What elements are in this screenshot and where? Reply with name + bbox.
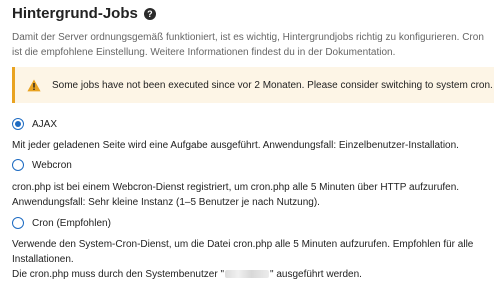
webcron-description: cron.php ist bei einem Webcron-Dienst re…	[12, 182, 460, 208]
warning-banner: Some jobs have not been executed since v…	[12, 67, 494, 103]
cron-radio[interactable]	[12, 217, 24, 229]
cron-description-line2-start: Die cron.php muss durch den Systembenutz…	[12, 269, 224, 280]
webcron-label[interactable]: Webcron	[32, 160, 72, 171]
ajax-description: Mit jeder geladenen Seite wird eine Aufg…	[12, 140, 459, 151]
warning-text: Some jobs have not been executed since v…	[52, 79, 493, 91]
option-webcron[interactable]: Webcron	[12, 159, 72, 171]
background-jobs-section: Hintergrund-Jobs ? Damit der Server ordn…	[0, 0, 500, 280]
webcron-radio[interactable]	[12, 159, 24, 171]
option-cron[interactable]: Cron (Empfohlen)	[12, 217, 111, 229]
section-description: Damit der Server ordnungsgemäß funktioni…	[12, 32, 484, 58]
section-header: Hintergrund-Jobs ?	[12, 4, 156, 24]
ajax-radio[interactable]	[12, 118, 24, 130]
help-circle-icon[interactable]: ?	[143, 8, 156, 20]
warning-triangle-icon	[27, 79, 41, 91]
redacted-username	[225, 270, 269, 279]
cron-description: Verwende den System-Cron-Dienst, um die …	[12, 237, 496, 282]
cron-label[interactable]: Cron (Empfohlen)	[32, 218, 111, 229]
cron-description-line2-end: " ausgeführt werden.	[270, 269, 362, 280]
section-title: Hintergrund-Jobs	[12, 5, 138, 22]
option-ajax[interactable]: AJAX	[12, 118, 57, 130]
cron-description-line1: Verwende den System-Cron-Dienst, um die …	[12, 239, 474, 265]
ajax-label[interactable]: AJAX	[32, 119, 57, 130]
